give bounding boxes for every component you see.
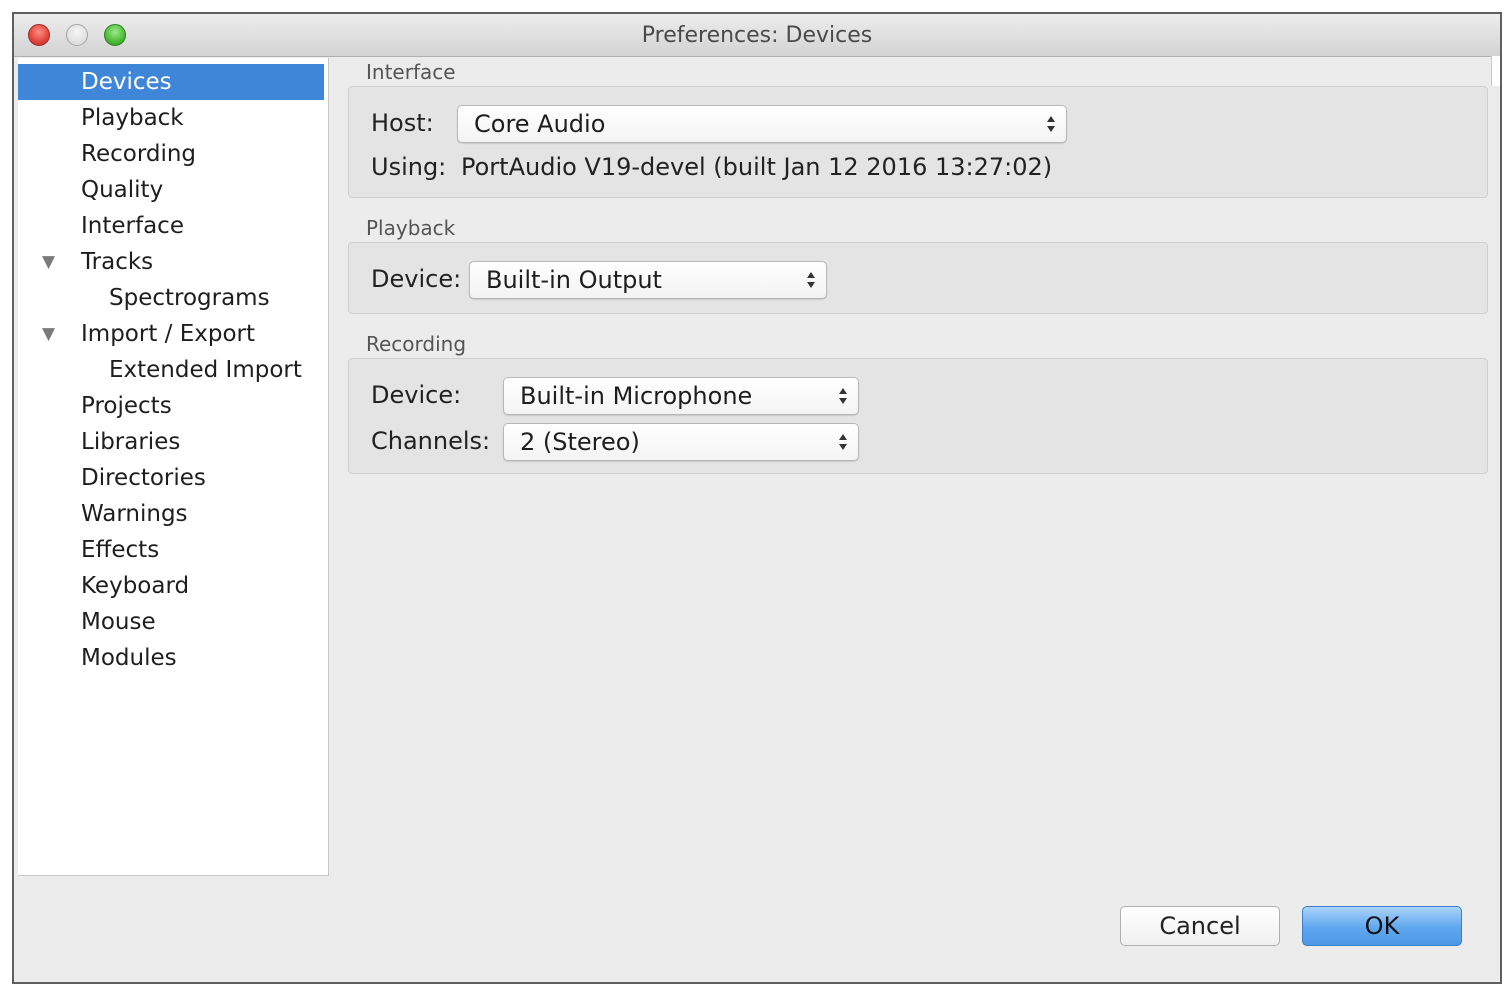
sidebar-item-label: Projects bbox=[81, 393, 172, 419]
playback-group: Device: Built-in Output bbox=[348, 242, 1488, 314]
sidebar-item-modules[interactable]: Modules bbox=[18, 640, 324, 676]
sidebar-item-label: Recording bbox=[81, 141, 197, 167]
sidebar-item-label: Interface bbox=[81, 213, 184, 239]
sidebar-item-label: Import / Export bbox=[81, 321, 255, 347]
host-select-value: Core Audio bbox=[474, 110, 606, 138]
recording-device-select[interactable]: Built-in Microphone bbox=[503, 377, 859, 415]
preferences-window: Preferences: Devices Devices Playback Re… bbox=[12, 12, 1502, 984]
playback-device-label: Device: bbox=[371, 265, 462, 293]
sidebar-item-mouse[interactable]: Mouse bbox=[18, 604, 324, 640]
sidebar-item-quality[interactable]: Quality bbox=[18, 172, 324, 208]
sidebar-item-label: Keyboard bbox=[81, 573, 190, 599]
sidebar-item-recording[interactable]: Recording bbox=[18, 136, 324, 172]
sidebar-item-label: Quality bbox=[81, 177, 164, 203]
sidebar-item-label: Directories bbox=[81, 465, 206, 491]
using-value: PortAudio V19-devel (built Jan 12 2016 1… bbox=[461, 153, 1053, 181]
interface-group-label: Interface bbox=[366, 60, 456, 84]
window-title: Preferences: Devices bbox=[641, 23, 873, 48]
recording-device-label: Device: bbox=[371, 381, 462, 409]
sidebar-item-warnings[interactable]: Warnings bbox=[18, 496, 324, 532]
sidebar-item-devices[interactable]: Devices bbox=[18, 64, 324, 100]
host-select[interactable]: Core Audio bbox=[457, 105, 1067, 143]
recording-group: Device: Built-in Microphone Channels: 2 … bbox=[348, 358, 1488, 474]
sidebar-item-playback[interactable]: Playback bbox=[18, 100, 324, 136]
sidebar-item-label: Spectrograms bbox=[109, 285, 270, 311]
sidebar-item-projects[interactable]: Projects bbox=[18, 388, 324, 424]
disclosure-triangle-icon[interactable]: ▼ bbox=[42, 316, 55, 352]
playback-device-select[interactable]: Built-in Output bbox=[469, 261, 827, 299]
sidebar-item-label: Warnings bbox=[81, 501, 188, 527]
sidebar-item-label: Extended Import bbox=[109, 357, 302, 383]
sidebar-item-label: Modules bbox=[81, 645, 177, 671]
sidebar-item-directories[interactable]: Directories bbox=[18, 460, 324, 496]
recording-device-value: Built-in Microphone bbox=[520, 382, 753, 410]
sidebar-item-tracks[interactable]: ▼ Tracks bbox=[18, 244, 324, 280]
sidebar-item-label: Effects bbox=[81, 537, 160, 563]
disclosure-triangle-icon[interactable]: ▼ bbox=[42, 244, 55, 280]
sidebar-item-label: Tracks bbox=[81, 249, 154, 275]
sidebar-item-label: Playback bbox=[81, 105, 184, 131]
using-label: Using: bbox=[371, 153, 447, 181]
interface-group: Host: Core Audio Using: PortAudio V19-de… bbox=[348, 86, 1488, 198]
updown-arrows-icon bbox=[1047, 116, 1055, 132]
sidebar-item-spectrograms[interactable]: Spectrograms bbox=[18, 280, 324, 316]
host-label: Host: bbox=[371, 109, 434, 137]
playback-device-value: Built-in Output bbox=[486, 266, 662, 294]
sidebar-item-libraries[interactable]: Libraries bbox=[18, 424, 324, 460]
sidebar-item-label: Devices bbox=[81, 69, 172, 95]
channels-label: Channels: bbox=[371, 427, 491, 455]
sidebar-item-extended-import[interactable]: Extended Import bbox=[18, 352, 324, 388]
ok-button[interactable]: OK bbox=[1302, 906, 1462, 946]
updown-arrows-icon bbox=[839, 434, 847, 450]
sidebar-item-import-export[interactable]: ▼ Import / Export bbox=[18, 316, 324, 352]
window-edge bbox=[1491, 56, 1500, 86]
sidebar-item-effects[interactable]: Effects bbox=[18, 532, 324, 568]
preferences-sidebar: Devices Playback Recording Quality Inter… bbox=[18, 58, 329, 876]
channels-value: 2 (Stereo) bbox=[520, 428, 640, 456]
updown-arrows-icon bbox=[839, 388, 847, 404]
sidebar-item-keyboard[interactable]: Keyboard bbox=[18, 568, 324, 604]
channels-select[interactable]: 2 (Stereo) bbox=[503, 423, 859, 461]
sidebar-item-label: Mouse bbox=[81, 609, 156, 635]
cancel-button[interactable]: Cancel bbox=[1120, 906, 1280, 946]
playback-group-label: Playback bbox=[366, 216, 456, 240]
updown-arrows-icon bbox=[807, 272, 815, 288]
title-bar[interactable]: Preferences: Devices bbox=[14, 14, 1500, 57]
sidebar-item-interface[interactable]: Interface bbox=[18, 208, 324, 244]
sidebar-item-label: Libraries bbox=[81, 429, 181, 455]
recording-group-label: Recording bbox=[366, 332, 467, 356]
